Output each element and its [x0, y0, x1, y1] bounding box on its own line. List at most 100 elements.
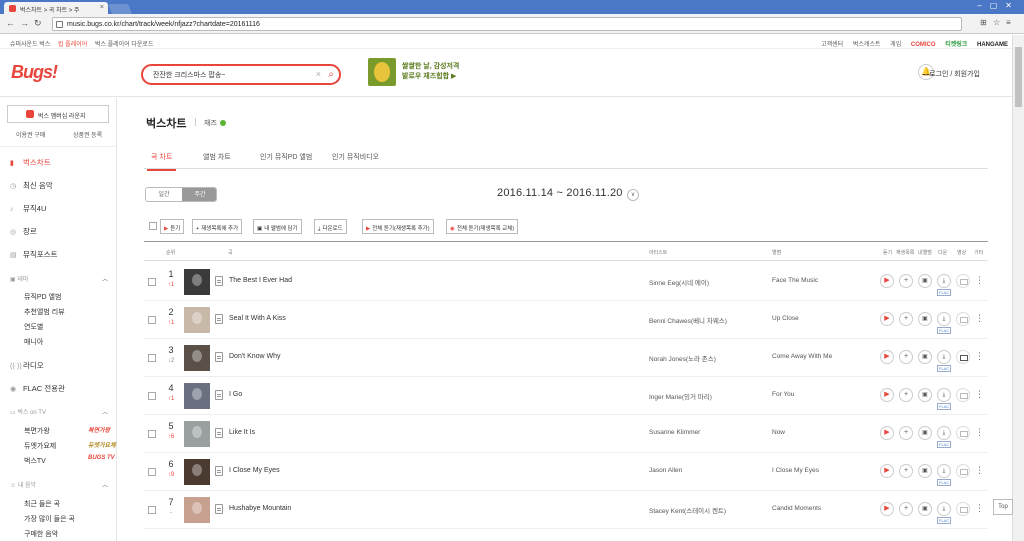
- artist-name[interactable]: Benni Chawes(베니 차웨스): [649, 315, 727, 325]
- add-to-playlist-button[interactable]: + 재생목록에 추가: [192, 219, 243, 234]
- play-all-replace-button[interactable]: ◉ 전체 듣기(재생목록 교체): [446, 219, 519, 234]
- add-playlist-icon[interactable]: +: [899, 274, 913, 288]
- login-link[interactable]: 로그인 / 회원가입: [929, 69, 980, 79]
- sidebar-item-musicpost[interactable]: ▤ 뮤직포스트: [10, 249, 58, 260]
- lyrics-icon[interactable]: [215, 390, 223, 400]
- reload-icon[interactable]: ↻: [34, 18, 42, 29]
- sidebar-item-flac[interactable]: ◉ FLAC 전용관: [10, 383, 65, 394]
- play-selected-button[interactable]: ▶ 듣기: [160, 219, 185, 234]
- play-icon[interactable]: ▶: [880, 312, 894, 326]
- more-options-icon[interactable]: ⋮: [975, 427, 984, 438]
- download-button[interactable]: ⤓ 다운로드: [314, 219, 347, 234]
- more-options-icon[interactable]: ⋮: [975, 465, 984, 476]
- more-options-icon[interactable]: ⋮: [975, 503, 984, 514]
- album-name[interactable]: Up Close: [772, 315, 799, 322]
- table-row[interactable]: 5 ↑6 Like It Is Susanne Klimmer Now ▶ + ▣ ⤓ FLAC ⋮: [144, 415, 988, 453]
- search-icon[interactable]: ⌕: [328, 69, 334, 80]
- add-album-icon[interactable]: ▣: [918, 388, 932, 402]
- lyrics-icon[interactable]: [215, 352, 223, 362]
- sidebar-item-new-music[interactable]: ◷ 최신 음악: [10, 180, 53, 191]
- song-title[interactable]: Like It Is: [229, 429, 255, 436]
- daily-button[interactable]: 일간: [146, 188, 182, 201]
- music-video-icon[interactable]: [956, 426, 970, 440]
- player-download-link[interactable]: 벅스 플레이어 다운로드: [95, 42, 154, 48]
- album-name[interactable]: Face The Music: [772, 277, 818, 284]
- music-video-icon[interactable]: [956, 502, 970, 516]
- bugs-tv-section-header[interactable]: ▭ 벅스 on TV ︿: [10, 407, 110, 416]
- add-playlist-icon[interactable]: +: [899, 350, 913, 364]
- star-icon[interactable]: ☆: [993, 18, 1000, 27]
- sidebar-sub-year[interactable]: 연도별: [24, 322, 43, 332]
- download-icon[interactable]: ⤓: [937, 274, 951, 288]
- search-input[interactable]: [153, 71, 313, 78]
- back-to-top-button[interactable]: Top: [993, 499, 1013, 515]
- add-playlist-icon[interactable]: +: [899, 426, 913, 440]
- table-row[interactable]: 7 - Hushabye Mountain Stacey Kent(스테이시 켄트) C…: [144, 491, 988, 529]
- download-icon[interactable]: ⤓: [937, 312, 951, 326]
- sidebar-item-radio[interactable]: ((·))라디오: [10, 360, 44, 371]
- add-album-icon[interactable]: ▣: [918, 274, 932, 288]
- window-controls[interactable]: –▢✕: [977, 1, 1020, 10]
- supersound-link[interactable]: 슈퍼사운드 벅스: [10, 42, 50, 48]
- play-icon[interactable]: ▶: [880, 464, 894, 478]
- add-playlist-icon[interactable]: +: [899, 502, 913, 516]
- menu-icon[interactable]: ≡: [1006, 18, 1011, 27]
- add-playlist-icon[interactable]: +: [899, 464, 913, 478]
- tab-album-chart[interactable]: 앨범 차트: [203, 152, 231, 162]
- music-video-icon[interactable]: [956, 388, 970, 402]
- download-icon[interactable]: ⤓: [937, 426, 951, 440]
- membership-lounge-button[interactable]: 벅스 멤버십 라운지: [7, 105, 109, 123]
- album-art[interactable]: [184, 421, 210, 447]
- genre-selector[interactable]: 재즈: [204, 118, 226, 128]
- table-row[interactable]: 2 ↑1 Seal It With A Kiss Benni Chawes(베니 차웨…: [144, 301, 988, 339]
- artist-name[interactable]: Sinne Eeg(시네 에이): [649, 277, 709, 287]
- theme-section-header[interactable]: ▣ 테마 ︿: [10, 274, 110, 283]
- album-name[interactable]: I Close My Eyes: [772, 467, 819, 474]
- add-album-icon[interactable]: ▣: [918, 464, 932, 478]
- song-title[interactable]: The Best I Ever Had: [229, 277, 292, 284]
- row-checkbox[interactable]: [148, 506, 156, 514]
- artist-name[interactable]: Susanne Klimmer: [649, 429, 700, 436]
- table-row[interactable]: 6 ↑9 I Close My Eyes Jason Allen I Close My …: [144, 453, 988, 491]
- row-checkbox[interactable]: [148, 392, 156, 400]
- music-video-icon[interactable]: [956, 464, 970, 478]
- lyrics-icon[interactable]: [215, 466, 223, 476]
- row-checkbox[interactable]: [148, 354, 156, 362]
- album-name[interactable]: Candid Moments: [772, 505, 821, 512]
- more-options-icon[interactable]: ⋮: [975, 389, 984, 400]
- ticketlink-link[interactable]: 티켓링크: [945, 42, 967, 48]
- clear-icon[interactable]: ×: [316, 69, 321, 79]
- tab-close-icon[interactable]: ×: [100, 4, 104, 11]
- play-icon[interactable]: ▶: [880, 350, 894, 364]
- more-options-icon[interactable]: ⋮: [975, 275, 984, 286]
- sidebar-sub-review[interactable]: 추천앨범 리뷰: [24, 307, 65, 317]
- tab-musicpd-album[interactable]: 인기 뮤직PD 앨범: [260, 152, 312, 162]
- web-player-link[interactable]: 럽 플레이어: [58, 42, 87, 48]
- album-art[interactable]: [184, 383, 210, 409]
- row-checkbox[interactable]: [148, 316, 156, 324]
- album-name[interactable]: Now: [772, 429, 785, 436]
- artist-name[interactable]: Jason Allen: [649, 467, 682, 474]
- music-video-icon[interactable]: [956, 312, 970, 326]
- add-album-icon[interactable]: ▣: [918, 426, 932, 440]
- browser-tab[interactable]: 벅스차트 > 곡 차트 > 주 ×: [4, 2, 108, 14]
- table-row[interactable]: 4 ↑1 I Go Inger Marie(잉거 마리) For You ▶ + ▣ ⤓ FLAC…: [144, 377, 988, 415]
- play-icon[interactable]: ▶: [880, 388, 894, 402]
- add-to-album-button[interactable]: ▣ 내 앨범에 담기: [253, 219, 302, 234]
- promo-thumbnail[interactable]: [368, 58, 396, 86]
- promo-banner[interactable]: 쌀쌀한 날, 감성저격 발로우 재즈힙합 ▶: [402, 62, 459, 82]
- bugs-logo[interactable]: Bugs!: [11, 62, 58, 83]
- add-playlist-icon[interactable]: +: [899, 388, 913, 402]
- comico-link[interactable]: COMICO: [911, 42, 936, 48]
- album-art[interactable]: [184, 269, 210, 295]
- download-icon[interactable]: ⤓: [937, 502, 951, 516]
- album-art[interactable]: [184, 497, 210, 523]
- sidebar-sub-mania[interactable]: 매니아: [24, 337, 43, 347]
- more-options-icon[interactable]: ⋮: [975, 313, 984, 324]
- tab-track-chart[interactable]: 곡 차트: [146, 152, 177, 171]
- add-album-icon[interactable]: ▣: [918, 502, 932, 516]
- table-row[interactable]: 3 ↓2 Don't Know Why Norah Jones(노라 존스) Come …: [144, 339, 988, 377]
- download-icon[interactable]: ⤓: [937, 388, 951, 402]
- song-title[interactable]: Don't Know Why: [229, 353, 281, 360]
- back-icon[interactable]: ←: [6, 18, 15, 28]
